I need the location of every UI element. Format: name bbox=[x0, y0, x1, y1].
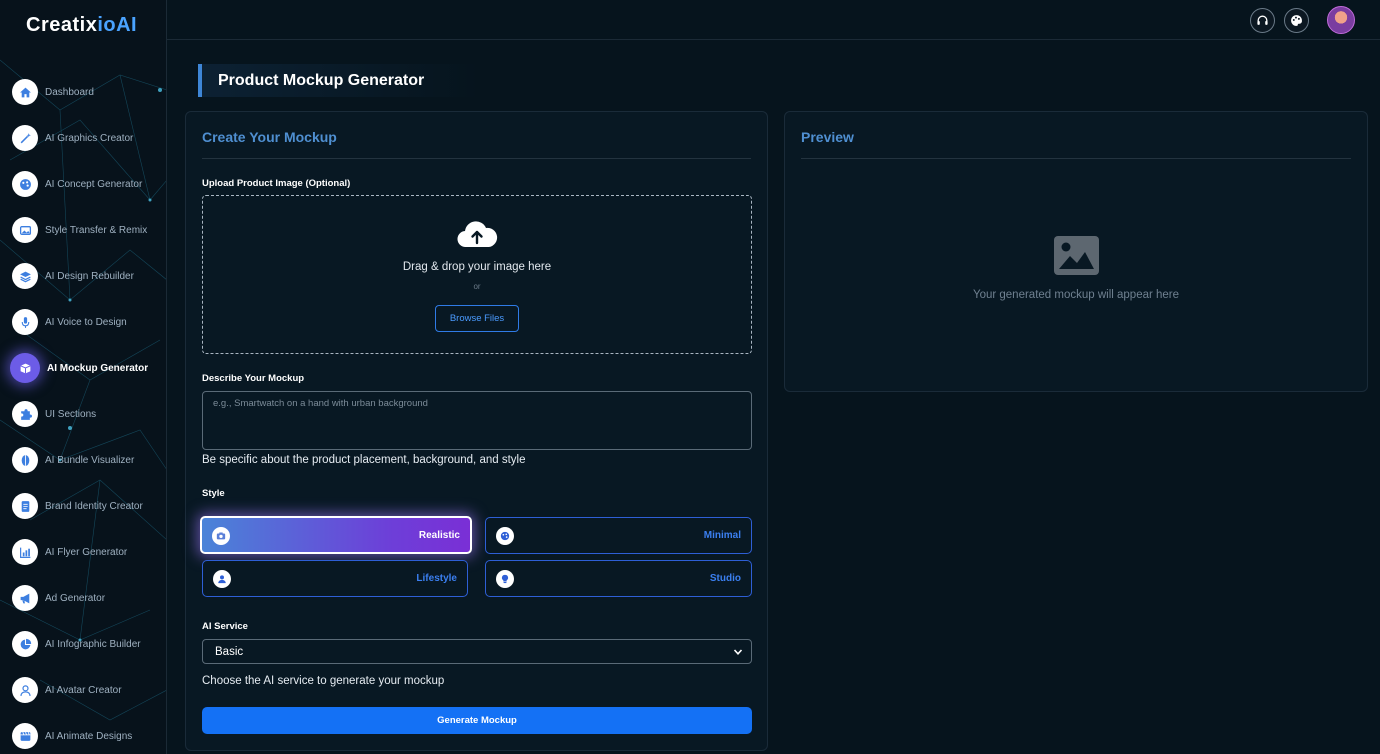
bundle-icon bbox=[12, 447, 38, 473]
box-icon bbox=[10, 353, 40, 383]
style-option-label: Realistic bbox=[418, 530, 460, 541]
style-label: Style bbox=[202, 488, 225, 499]
sidebar-item-ai-avatar-creator[interactable]: AI Avatar Creator bbox=[0, 667, 166, 713]
sidebar-item-ai-design-rebuilder[interactable]: AI Design Rebuilder bbox=[0, 253, 166, 299]
ai-service-help-text: Choose the AI service to generate your m… bbox=[202, 675, 445, 687]
describe-label: Describe Your Mockup bbox=[202, 373, 305, 384]
sidebar-item-label: AI Flyer Generator bbox=[45, 546, 128, 558]
sidebar-item-label: UI Sections bbox=[45, 408, 97, 420]
user-icon bbox=[213, 570, 231, 588]
sidebar-item-ai-graphics-creator[interactable]: AI Graphics Creator bbox=[0, 115, 166, 161]
sidebar-item-label: AI Bundle Visualizer bbox=[45, 454, 135, 466]
drop-or-text: or bbox=[473, 282, 481, 291]
chart-icon bbox=[12, 539, 38, 565]
topbar bbox=[167, 0, 1380, 40]
pie-chart-icon bbox=[12, 631, 38, 657]
page-title: Product Mockup Generator bbox=[218, 71, 425, 89]
document-icon bbox=[12, 493, 38, 519]
generate-mockup-button[interactable]: Generate Mockup bbox=[202, 707, 752, 734]
sidebar-item-ai-bundle-visualizer[interactable]: AI Bundle Visualizer bbox=[0, 437, 166, 483]
ai-service-label: AI Service bbox=[202, 621, 248, 632]
megaphone-icon bbox=[12, 585, 38, 611]
create-mockup-panel: Create Your Mockup Upload Product Image … bbox=[185, 111, 768, 751]
upload-label: Upload Product Image (Optional) bbox=[202, 178, 351, 189]
sidebar-item-label: Ad Generator bbox=[45, 592, 106, 604]
sidebar-item-ai-concept-generator[interactable]: AI Concept Generator bbox=[0, 161, 166, 207]
home-icon bbox=[12, 79, 38, 105]
sidebar: CreatixioAI Dashboard AI Graphics Creato… bbox=[0, 0, 167, 754]
sidebar-item-ui-sections[interactable]: UI Sections bbox=[0, 391, 166, 437]
app-logo[interactable]: CreatixioAI bbox=[26, 14, 137, 37]
describe-input[interactable] bbox=[202, 391, 752, 450]
user-icon bbox=[12, 677, 38, 703]
logo-accent-text: ioAI bbox=[97, 14, 138, 36]
drop-text: Drag & drop your image here bbox=[402, 261, 552, 273]
divider bbox=[801, 158, 1351, 159]
image-placeholder-icon bbox=[1054, 236, 1099, 275]
sidebar-item-label: AI Design Rebuilder bbox=[45, 270, 134, 282]
avatar[interactable] bbox=[1327, 6, 1355, 34]
camera-icon bbox=[212, 527, 230, 545]
preview-panel: Preview Your generated mockup will appea… bbox=[784, 111, 1368, 392]
style-option-minimal[interactable]: Minimal bbox=[485, 517, 752, 554]
style-option-realistic[interactable]: Realistic bbox=[200, 516, 472, 554]
style-option-label: Minimal bbox=[703, 530, 741, 541]
sidebar-item-ai-animate-designs[interactable]: AI Animate Designs bbox=[0, 713, 166, 754]
sidebar-item-label: AI Graphics Creator bbox=[45, 132, 134, 144]
sidebar-item-ai-voice-to-design[interactable]: AI Voice to Design bbox=[0, 299, 166, 345]
sidebar-item-brand-identity-creator[interactable]: Brand Identity Creator bbox=[0, 483, 166, 529]
magic-wand-icon bbox=[12, 125, 38, 151]
cloud-upload-icon bbox=[457, 221, 498, 248]
browse-files-button[interactable]: Browse Files bbox=[435, 305, 519, 332]
style-option-lifestyle[interactable]: Lifestyle bbox=[202, 560, 468, 597]
panel-heading: Preview bbox=[801, 129, 854, 145]
sidebar-nav: Dashboard AI Graphics Creator AI Concept… bbox=[0, 69, 166, 754]
headset-icon[interactable] bbox=[1250, 8, 1275, 33]
palette-icon bbox=[496, 527, 514, 545]
page-title-bar: Product Mockup Generator bbox=[198, 64, 598, 97]
sidebar-item-ad-generator[interactable]: Ad Generator bbox=[0, 575, 166, 621]
sidebar-item-ai-flyer-generator[interactable]: AI Flyer Generator bbox=[0, 529, 166, 575]
logo-text: Creatix bbox=[26, 14, 98, 36]
upload-dropzone[interactable]: Drag & drop your image here or Browse Fi… bbox=[202, 195, 752, 354]
microphone-icon bbox=[12, 309, 38, 335]
style-option-label: Lifestyle bbox=[416, 573, 457, 584]
sidebar-item-label: AI Animate Designs bbox=[45, 730, 133, 742]
sidebar-item-label: AI Mockup Generator bbox=[47, 362, 149, 374]
ai-service-value: Basic bbox=[215, 645, 244, 658]
layers-icon bbox=[12, 263, 38, 289]
puzzle-icon bbox=[12, 401, 38, 427]
sidebar-item-label: Brand Identity Creator bbox=[45, 500, 143, 512]
chevron-down-icon bbox=[733, 649, 743, 655]
sidebar-item-label: AI Avatar Creator bbox=[45, 684, 122, 696]
ai-service-select[interactable]: Basic bbox=[202, 639, 752, 664]
film-icon bbox=[12, 723, 38, 749]
style-option-studio[interactable]: Studio bbox=[485, 560, 752, 597]
palette-icon[interactable] bbox=[1284, 8, 1309, 33]
style-option-label: Studio bbox=[709, 573, 741, 584]
sidebar-item-label: AI Concept Generator bbox=[45, 178, 143, 190]
image-icon bbox=[12, 217, 38, 243]
describe-help-text: Be specific about the product placement,… bbox=[202, 454, 526, 466]
panel-heading: Create Your Mockup bbox=[202, 129, 337, 145]
preview-placeholder-text: Your generated mockup will appear here bbox=[972, 289, 1180, 301]
sidebar-item-style-transfer-remix[interactable]: Style Transfer & Remix bbox=[0, 207, 166, 253]
palette-icon bbox=[12, 171, 38, 197]
sidebar-item-ai-infographic-builder[interactable]: AI Infographic Builder bbox=[0, 621, 166, 667]
sidebar-item-label: AI Voice to Design bbox=[45, 316, 127, 328]
lightbulb-icon bbox=[496, 570, 514, 588]
sidebar-item-label: AI Infographic Builder bbox=[45, 638, 141, 650]
sidebar-item-label: Style Transfer & Remix bbox=[45, 224, 148, 236]
sidebar-item-ai-mockup-generator[interactable]: AI Mockup Generator bbox=[0, 345, 166, 391]
divider bbox=[202, 158, 751, 159]
sidebar-item-label: Dashboard bbox=[45, 86, 94, 98]
sidebar-item-dashboard[interactable]: Dashboard bbox=[0, 69, 166, 115]
